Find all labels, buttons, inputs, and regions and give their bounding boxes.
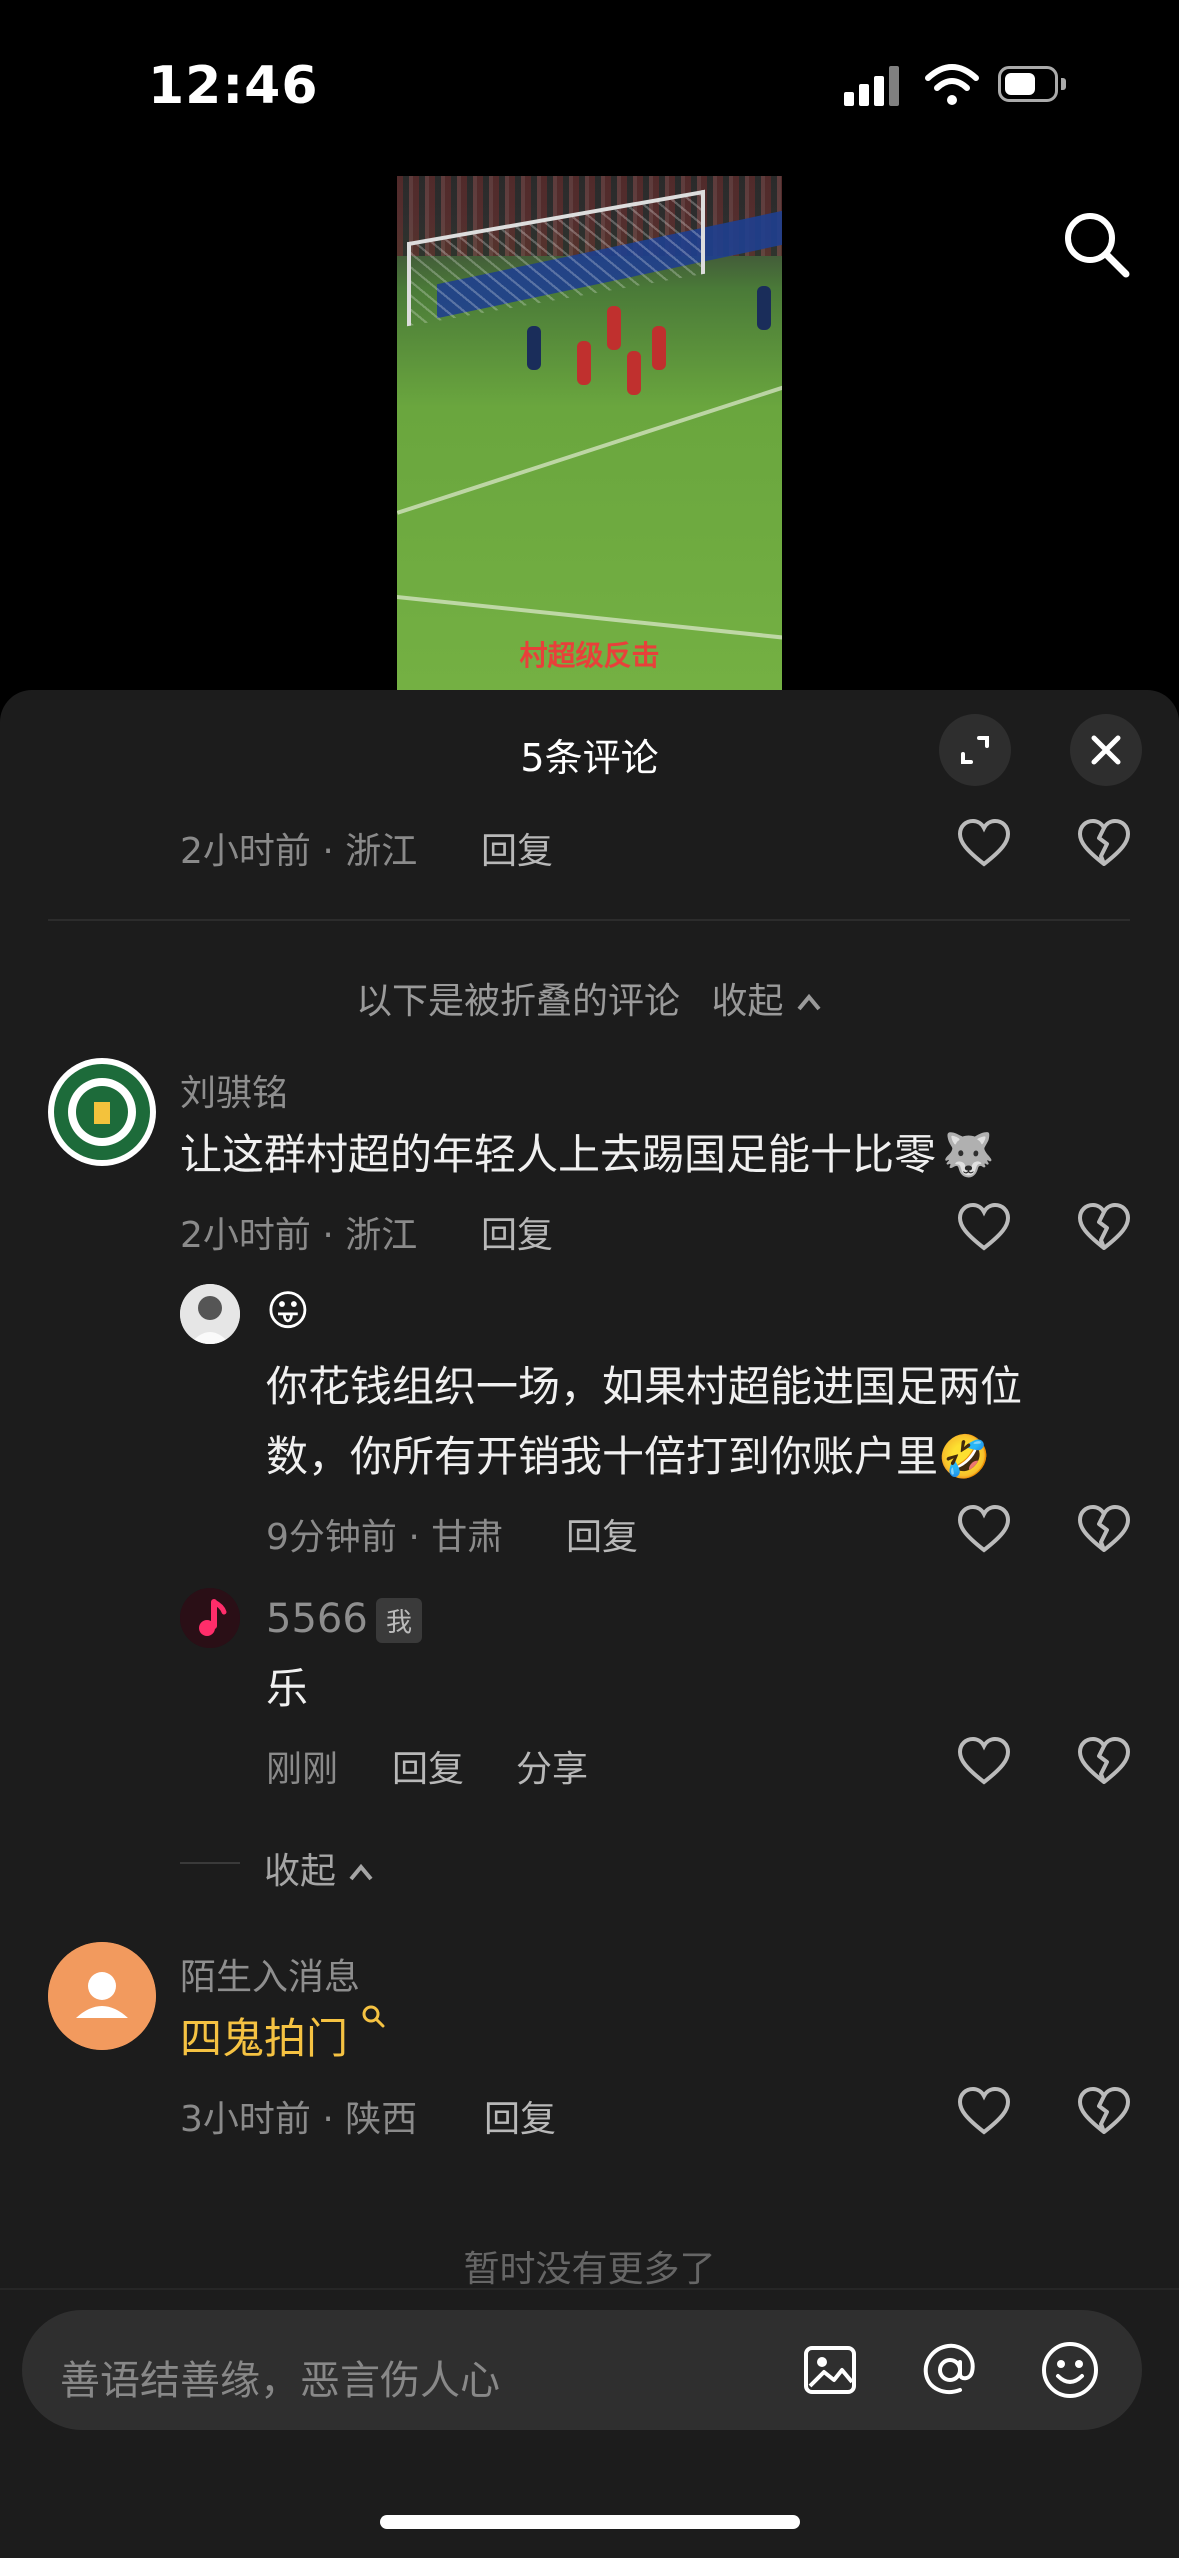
video-player[interactable]: 村超级反击	[397, 176, 782, 690]
comment-input-placeholder: 善语结善缘，恶言伤人心	[60, 2358, 500, 2404]
share-button[interactable]: 分享	[516, 1740, 588, 1792]
avatar[interactable]	[180, 1284, 240, 1344]
reply-text-line2: 数，你所有开销我十倍打到你账户里🤣	[266, 1432, 991, 1481]
dislike-icon[interactable]	[1076, 816, 1132, 872]
dislike-icon[interactable]	[1076, 1200, 1132, 1256]
status-time: 12:46	[148, 56, 319, 116]
expand-icon	[961, 736, 989, 764]
reply-button[interactable]: 回复	[566, 1508, 638, 1560]
heart-icon[interactable]	[956, 1200, 1012, 1256]
comment-meta: 2小时前 · 浙江	[180, 831, 418, 872]
video-caption: 村超级反击	[519, 639, 660, 672]
avatar[interactable]	[48, 1942, 156, 2050]
wifi-icon	[925, 64, 979, 105]
folded-comments-header: 以下是被折叠的评论 收起	[0, 972, 1179, 1024]
chevron-up-icon	[349, 1863, 374, 1881]
user-photo-icon	[180, 1284, 240, 1344]
dislike-icon[interactable]	[1076, 1502, 1132, 1558]
collapse-replies-button[interactable]: 收起	[264, 1842, 375, 1894]
reply-username[interactable]: 5566	[266, 1596, 368, 1642]
reply-button[interactable]: 回复	[481, 1206, 553, 1258]
divider	[48, 919, 1130, 921]
reply-meta: 刚刚	[266, 1749, 339, 1790]
close-icon	[1091, 735, 1121, 765]
folded-collapse-button[interactable]: 收起	[712, 981, 823, 1022]
greentown-logo-icon	[54, 1064, 150, 1160]
reply-meta: 9分钟前 · 甘肃	[266, 1517, 504, 1558]
comment-meta: 2小时前 · 浙江	[180, 1215, 418, 1256]
reply-text-line1: 你花钱组织一场，如果村超能进国足两位	[266, 1362, 1023, 1411]
folded-label: 以下是被折叠的评论	[356, 981, 681, 1022]
image-icon[interactable]	[800, 2340, 860, 2400]
home-indicator[interactable]	[380, 2515, 800, 2529]
heart-icon[interactable]	[956, 816, 1012, 872]
dislike-icon[interactable]	[1076, 2084, 1132, 2140]
comment-username[interactable]: 陌生入消息	[180, 1948, 360, 2000]
rofl-emoji-icon: 🤣	[938, 1432, 991, 1481]
default-user-icon	[48, 1942, 156, 2050]
heart-icon[interactable]	[956, 1502, 1012, 1558]
comment-username[interactable]: 刘骐铭	[180, 1064, 288, 1116]
reply-button[interactable]: 回复	[392, 1740, 464, 1792]
collapse-divider	[180, 1862, 240, 1864]
husky-emoji-icon: 🐺	[942, 1130, 995, 1179]
me-badge: 我	[376, 1598, 423, 1643]
music-note-icon	[180, 1588, 240, 1648]
chevron-up-icon	[797, 993, 821, 1011]
dislike-icon[interactable]	[1076, 1734, 1132, 1790]
search-icon	[362, 2005, 385, 2028]
avatar[interactable]	[48, 1058, 156, 1166]
reply-emoji: 😛	[266, 1286, 310, 1335]
reply-button[interactable]: 回复	[481, 822, 553, 874]
battery-icon	[998, 66, 1070, 106]
emoji-icon[interactable]	[1038, 2338, 1102, 2402]
comment-meta: 3小时前 · 陕西	[180, 2099, 418, 2140]
mention-icon[interactable]	[918, 2338, 982, 2402]
reply-text: 乐	[266, 1664, 309, 1713]
heart-icon[interactable]	[956, 2084, 1012, 2140]
no-more-text: 暂时没有更多了	[463, 2249, 716, 2290]
comment-text: 让这群村超的年轻人上去踢国足能十比零 🐺	[180, 1130, 995, 1179]
close-button[interactable]	[1070, 714, 1142, 786]
expand-button[interactable]	[939, 714, 1011, 786]
comment-text-link[interactable]: 四鬼拍门	[180, 2004, 387, 2074]
search-icon[interactable]	[1060, 208, 1132, 280]
heart-icon[interactable]	[956, 1734, 1012, 1790]
reply-button[interactable]: 回复	[484, 2090, 556, 2142]
avatar[interactable]	[180, 1588, 240, 1648]
cellular-signal-icon	[844, 66, 902, 106]
